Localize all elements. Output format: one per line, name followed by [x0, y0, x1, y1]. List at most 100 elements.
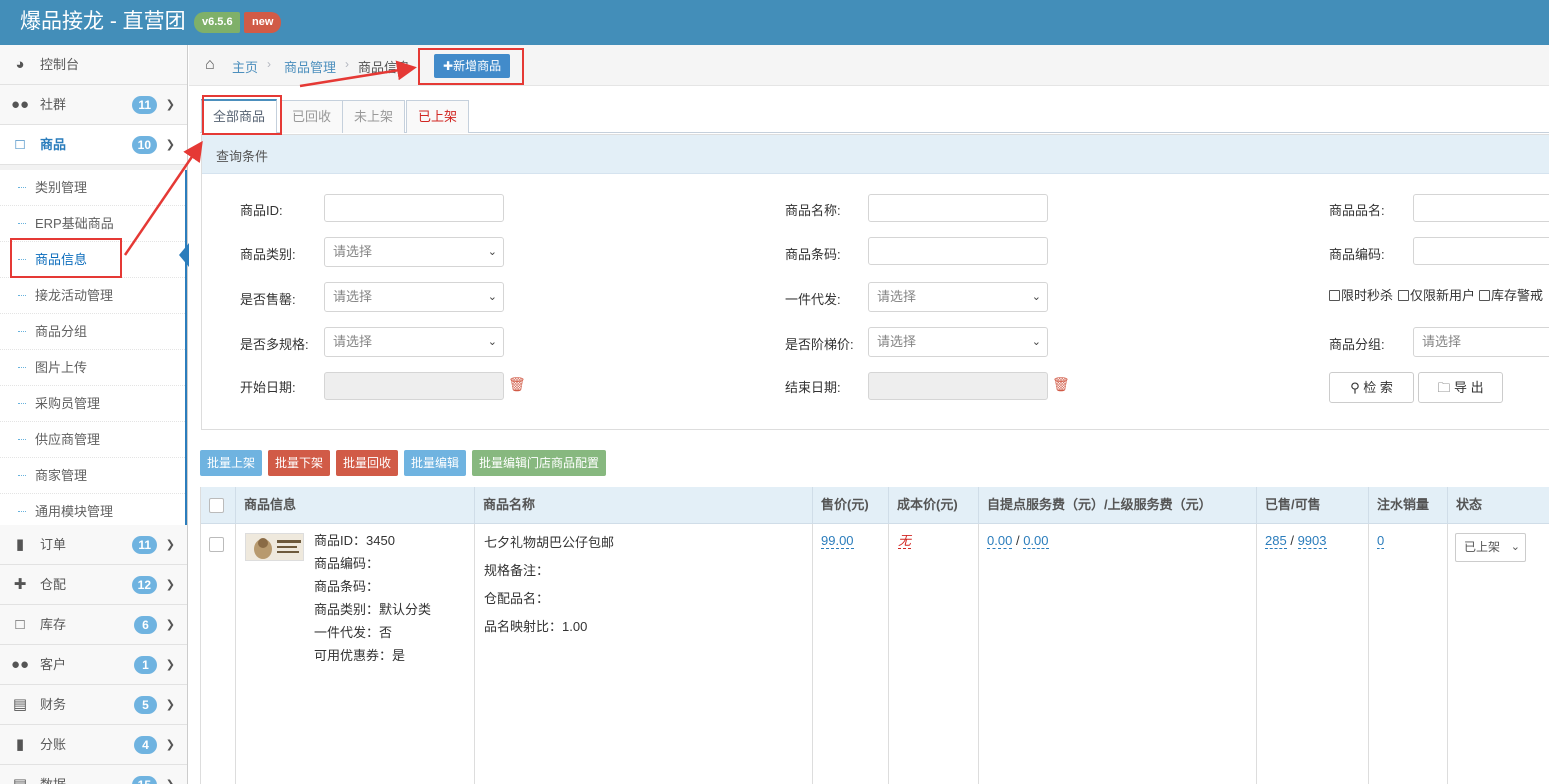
- submenu-label: 接龙活动管理: [35, 288, 114, 303]
- new-user-checkbox[interactable]: 仅限新用户: [1398, 285, 1475, 304]
- sidebar-item-label: 仓配: [40, 577, 67, 592]
- group-select[interactable]: 请选择: [1413, 327, 1549, 357]
- batch-list-button[interactable]: 批量上架: [200, 450, 263, 476]
- stock-alert-checkbox[interactable]: 库存警戒: [1479, 285, 1543, 304]
- sidebar-item-label: 数据: [40, 765, 66, 784]
- tab-listed[interactable]: 已上架: [406, 100, 470, 133]
- product-code-text: 商品编码：: [314, 556, 380, 571]
- batch-unlist-button[interactable]: 批量下架: [268, 450, 331, 476]
- select-all-checkbox[interactable]: [209, 498, 224, 513]
- chevron-down-icon: ⌄: [1510, 541, 1520, 553]
- sold-link[interactable]: 285: [1265, 533, 1287, 549]
- submenu-item-merchant[interactable]: 商家管理: [0, 458, 185, 494]
- sold-out-label: 是否售罄:: [240, 292, 296, 307]
- category-select[interactable]: 请选择 ⌄: [324, 237, 504, 267]
- export-button[interactable]: 🗀 导 出: [1418, 372, 1503, 403]
- status-select[interactable]: 已上架 ⌄: [1455, 533, 1526, 562]
- cost-value[interactable]: 无: [898, 529, 912, 552]
- product-id-input[interactable]: [324, 194, 504, 222]
- sidebar-item-customers[interactable]: ●● 客户 1 ❯: [0, 645, 187, 685]
- status-value: 已上架: [1464, 540, 1501, 554]
- price-value[interactable]: 99.00: [821, 529, 854, 552]
- home-icon[interactable]: ⌂: [205, 56, 215, 74]
- submenu-item-erp-base[interactable]: ERP基础商品: [0, 206, 185, 242]
- batch-recycle-button[interactable]: 批量回收: [336, 450, 399, 476]
- chevron-down-icon: ❯: [165, 99, 175, 111]
- active-pointer: [179, 243, 189, 267]
- water-sales-link[interactable]: 0: [1377, 533, 1385, 549]
- submenu-item-supplier[interactable]: 供应商管理: [0, 422, 185, 458]
- water-sales-value[interactable]: 0: [1377, 529, 1385, 552]
- flash-sale-checkbox[interactable]: 限时秒杀: [1329, 285, 1393, 304]
- product-id-label: 商品ID:: [240, 203, 283, 218]
- dropship-select[interactable]: 请选择 ⌄: [868, 282, 1048, 312]
- product-brand-input[interactable]: [1413, 194, 1549, 222]
- count-badge: 11: [132, 96, 157, 114]
- batch-edit-button[interactable]: 批量编辑: [404, 450, 467, 476]
- ambulance-icon: ✚: [13, 576, 27, 593]
- sidebar-item-orders[interactable]: ▮ 订单 11 ❯: [0, 525, 187, 565]
- available-link[interactable]: 9903: [1297, 533, 1327, 549]
- header-info: 商品信息: [236, 487, 475, 524]
- start-date-input[interactable]: [324, 372, 504, 400]
- end-date-input[interactable]: [868, 372, 1048, 400]
- submenu-label: ERP基础商品: [35, 216, 114, 231]
- header-cost: 成本价(元): [889, 487, 979, 524]
- breadcrumb-home[interactable]: 主页: [232, 57, 258, 76]
- tab-unlisted[interactable]: 未上架: [342, 100, 406, 133]
- price-link[interactable]: 99.00: [821, 533, 854, 549]
- trash-icon[interactable]: 🗑: [508, 376, 526, 393]
- sidebar-item-dashboard[interactable]: ◕ 控制台: [0, 45, 187, 85]
- submenu-item-buyer[interactable]: 采购员管理: [0, 386, 185, 422]
- submenu-label: 采购员管理: [35, 396, 101, 411]
- sidebar-item-products[interactable]: □ 商品 10 ❯: [0, 125, 187, 165]
- submenu-item-category[interactable]: 类别管理: [0, 170, 185, 206]
- chevron-down-icon: ❯: [165, 539, 175, 551]
- batch-edit-store-config-button[interactable]: 批量编辑门店商品配置: [472, 450, 607, 476]
- select-value: 请选择: [333, 334, 373, 349]
- tab-recycled[interactable]: 已回收: [280, 100, 344, 133]
- tiered-price-select[interactable]: 请选择 ⌄: [868, 327, 1048, 357]
- sidebar-item-label: 客户: [40, 657, 67, 672]
- code-input[interactable]: [1413, 237, 1549, 265]
- product-name-list: 七夕礼物胡巴公仔包邮 规格备注： 仓配品名： 品名映射比：1.00: [484, 529, 614, 641]
- multi-spec-select[interactable]: 请选择 ⌄: [324, 327, 504, 357]
- row-checkbox[interactable]: [209, 537, 224, 552]
- sidebar-item-community[interactable]: ●● 社群 11 ❯: [0, 85, 187, 125]
- breadcrumb-section[interactable]: 商品管理: [284, 57, 336, 76]
- select-value: 请选择: [877, 334, 917, 349]
- chevron-down-icon: ❯: [165, 619, 175, 631]
- sidebar-item-data[interactable]: ▤ 数据 15 ❯: [0, 765, 187, 784]
- sidebar-item-finance[interactable]: ▤ 财务 5 ❯: [0, 685, 187, 725]
- self-pickup-fee-link[interactable]: 0.00: [987, 533, 1013, 549]
- submenu-item-image-upload[interactable]: 图片上传: [0, 350, 185, 386]
- cost-link[interactable]: 无: [898, 533, 912, 549]
- end-date-label: 结束日期:: [785, 380, 841, 395]
- header-name: 商品名称: [475, 487, 813, 524]
- submenu-label: 类别管理: [35, 180, 88, 195]
- select-value: 请选择: [877, 289, 917, 304]
- sold-out-select[interactable]: 请选择 ⌄: [324, 282, 504, 312]
- annotation-box-all-tab: [202, 95, 282, 135]
- product-thumbnail[interactable]: [245, 533, 304, 561]
- chevron-down-icon: ❯: [165, 579, 175, 591]
- sidebar-item-warehouse[interactable]: ✚ 仓配 12 ❯: [0, 565, 187, 605]
- book-icon: ▮: [15, 536, 25, 553]
- chevron-right-icon: ›: [345, 57, 349, 71]
- trash-icon[interactable]: 🗑: [1052, 376, 1070, 393]
- search-icon: ⚲: [1350, 380, 1360, 395]
- sidebar-item-inventory[interactable]: □ 库存 6 ❯: [0, 605, 187, 645]
- export-button-label: 导 出: [1454, 380, 1484, 395]
- header-service-fee: 自提点服务费（元）/上级服务费（元）: [979, 487, 1257, 524]
- barcode-input[interactable]: [868, 237, 1048, 265]
- count-badge: 4: [134, 736, 157, 754]
- upper-fee-link[interactable]: 0.00: [1023, 533, 1049, 549]
- product-dropship-text: 一件代发：否: [314, 625, 393, 640]
- brand-title[interactable]: 爆品接龙 - 直营团: [20, 8, 186, 36]
- header-sold-available: 已售/可售: [1257, 487, 1369, 524]
- search-button[interactable]: ⚲ 检 索: [1329, 372, 1414, 403]
- sidebar-item-split[interactable]: ▮ 分账 4 ❯: [0, 725, 187, 765]
- submenu-item-relay-activity[interactable]: 接龙活动管理: [0, 278, 185, 314]
- submenu-item-product-group[interactable]: 商品分组: [0, 314, 185, 350]
- product-name-input[interactable]: [868, 194, 1048, 222]
